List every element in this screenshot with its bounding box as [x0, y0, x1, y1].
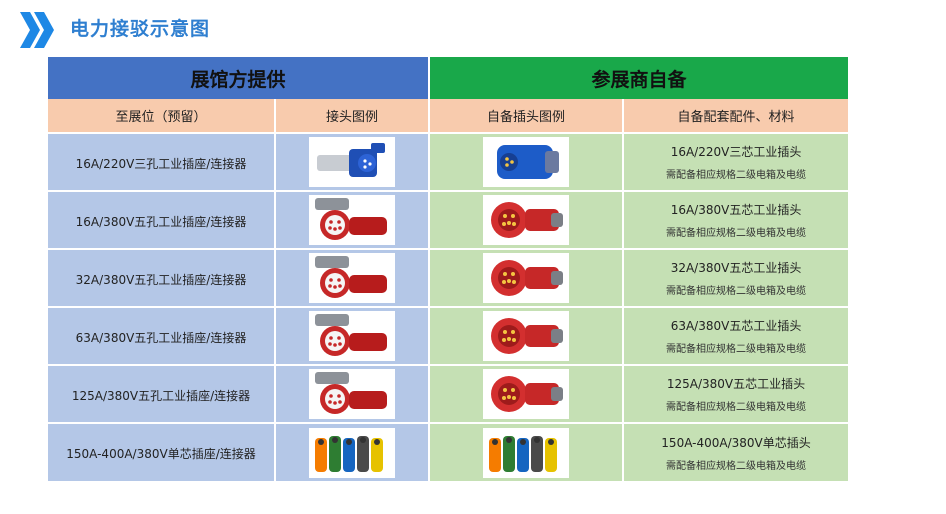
- column-header: 接头图例: [275, 99, 431, 133]
- venue-provided-header: 展馆方提供: [48, 57, 431, 99]
- exhibitor-provided-header: 参展商自备: [429, 57, 849, 99]
- plug-spec: 63A/380V五芯工业插头: [670, 319, 802, 333]
- equipment-note: 需配备相应规格二级电箱及电缆: [666, 170, 807, 181]
- socket-spec: 150A-400A/380V单芯插座/连接器: [66, 447, 256, 461]
- equipment-note: 需配备相应规格二级电箱及电缆: [666, 286, 807, 297]
- red-industrial-plug-icon: [483, 369, 570, 419]
- page-title: 电力接驳示意图: [70, 18, 211, 40]
- socket-spec: 16A/380V五孔工业插座/连接器: [75, 214, 247, 229]
- table-row: 125A/380V五孔工业插座/连接器 125A/380V五芯工业插头 需配备相应…: [48, 364, 849, 423]
- red-industrial-socket-icon: [309, 369, 395, 419]
- single-core-connectors-icon: [483, 427, 570, 478]
- plug-spec: 16A/220V三芯工业插头: [670, 145, 802, 159]
- power-connection-table: 展馆方提供 参展商自备 至展位（预留） 接头图例 自备插头图例 自备配套配件、材…: [48, 57, 849, 481]
- red-industrial-socket-icon: [309, 311, 395, 361]
- column-header: 自备配套配件、材料: [623, 99, 849, 133]
- socket-spec: 63A/380V五孔工业插座/连接器: [75, 330, 247, 345]
- equipment-note: 需配备相应规格二级电箱及电缆: [666, 402, 807, 413]
- plug-spec: 150A-400A/380V单芯插头: [661, 435, 811, 450]
- red-industrial-plug-icon: [483, 311, 570, 361]
- red-industrial-socket-icon: [309, 195, 395, 245]
- column-header: 自备插头图例: [429, 99, 625, 133]
- red-industrial-socket-icon: [309, 253, 395, 303]
- table-row: 63A/380V五孔工业插座/连接器 63A/380V五芯工业插头 需配备相应规格…: [48, 306, 849, 365]
- table-row: 32A/380V五孔工业插座/连接器 32A/380V五芯工业插头 需配备相应规格…: [48, 248, 849, 307]
- equipment-note: 需配备相应规格二级电箱及电缆: [666, 344, 807, 355]
- table-row: 150A-400A/380V单芯插座/连接器 150A-400A/380V单芯插…: [48, 422, 849, 481]
- column-header: 至展位（预留）: [48, 99, 276, 133]
- equipment-note: 需配备相应规格二级电箱及电缆: [666, 460, 807, 472]
- blue-industrial-plug-icon: [483, 137, 570, 187]
- socket-spec: 125A/380V五孔工业插座/连接器: [71, 388, 251, 403]
- equipment-note: 需配备相应规格二级电箱及电缆: [666, 228, 807, 239]
- chevron-right-icon: [20, 12, 54, 48]
- socket-spec: 16A/220V三孔工业插座/连接器: [75, 156, 247, 171]
- plug-spec: 125A/380V五芯工业插头: [666, 377, 806, 391]
- red-industrial-plug-icon: [483, 253, 570, 303]
- plug-spec: 32A/380V五芯工业插头: [670, 261, 802, 275]
- socket-spec: 32A/380V五孔工业插座/连接器: [75, 272, 247, 287]
- blue-industrial-socket-icon: [309, 137, 395, 187]
- table-row: 16A/380V五孔工业插座/连接器 16A/380V五芯工业插头 需配备相应规格…: [48, 190, 849, 249]
- single-core-connectors-icon: [309, 427, 395, 478]
- plug-spec: 16A/380V五芯工业插头: [670, 203, 802, 217]
- red-industrial-plug-icon: [483, 195, 570, 245]
- table-row: 16A/220V三孔工业插座/连接器 16A/220V三芯工业插头 需配备相应规格…: [48, 132, 849, 191]
